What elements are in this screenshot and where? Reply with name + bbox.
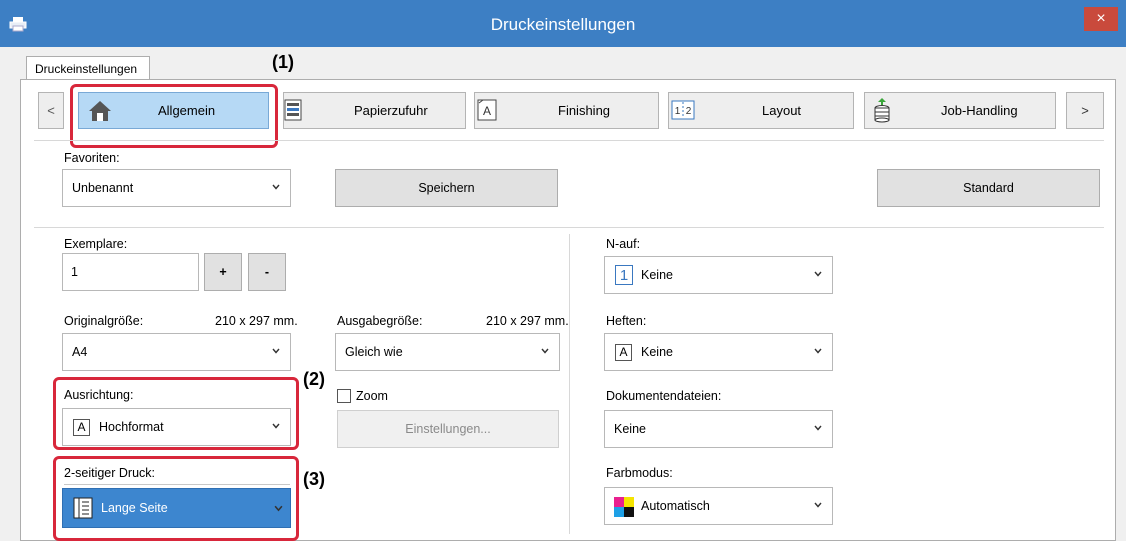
original-size-dropdown[interactable]: A4 bbox=[62, 333, 291, 371]
chevron-down-icon bbox=[272, 348, 280, 354]
finishing-icon: A bbox=[477, 99, 497, 121]
output-size-label: Ausgabegröße: bbox=[337, 314, 423, 328]
favorites-label: Favoriten: bbox=[64, 151, 120, 165]
original-size-value: A4 bbox=[72, 345, 88, 359]
chevron-down-icon bbox=[541, 348, 549, 354]
nav-finishing-button[interactable]: A Finishing bbox=[474, 92, 659, 129]
vertical-divider bbox=[569, 234, 570, 534]
divider bbox=[34, 140, 1104, 141]
nav-prev-button[interactable]: < bbox=[38, 92, 64, 129]
svg-text:A: A bbox=[483, 104, 491, 118]
nav-next-button[interactable]: > bbox=[1066, 92, 1104, 129]
nav-papierzufuhr-button[interactable]: Papierzufuhr bbox=[283, 92, 466, 129]
chevron-down-icon bbox=[814, 502, 822, 508]
zoom-settings-button[interactable]: Einstellungen... bbox=[337, 410, 559, 448]
close-button[interactable]: × bbox=[1084, 7, 1118, 31]
doc-filing-dropdown[interactable]: Keine bbox=[604, 410, 833, 448]
original-size-dims: 210 x 297 mm. bbox=[215, 314, 298, 328]
copies-minus-button[interactable]: - bbox=[248, 253, 286, 291]
staple-label: Heften: bbox=[606, 314, 647, 328]
default-button[interactable]: Standard bbox=[877, 169, 1100, 207]
marker-1: (1) bbox=[272, 52, 294, 72]
nav-job-handling-button[interactable]: Job-Handling bbox=[864, 92, 1056, 129]
copies-plus-button[interactable]: + bbox=[204, 253, 242, 291]
nav-layout-label: Layout bbox=[762, 103, 802, 118]
doc-filing-value: Keine bbox=[614, 422, 646, 436]
chevron-down-icon bbox=[814, 271, 822, 277]
n-up-dropdown[interactable]: 1 Keine bbox=[604, 256, 833, 294]
n-up-label: N-auf: bbox=[606, 237, 641, 251]
favorites-value: Unbenannt bbox=[72, 181, 134, 195]
highlight-box-2 bbox=[53, 377, 299, 450]
paper-tray-icon bbox=[284, 99, 302, 121]
original-size-label: Originalgröße: bbox=[64, 314, 144, 328]
divider bbox=[34, 227, 1104, 228]
copies-label: Exemplare: bbox=[64, 237, 128, 251]
highlight-box-3 bbox=[53, 456, 299, 541]
n-up-icon: 1 bbox=[615, 265, 633, 285]
color-mode-dropdown[interactable]: Automatisch bbox=[604, 487, 833, 525]
nav-job-handling-label: Job-Handling bbox=[941, 103, 1018, 118]
output-size-value: Gleich wie bbox=[345, 345, 403, 359]
tab-druckeinstellungen[interactable]: Druckeinstellungen bbox=[26, 56, 150, 80]
color-mode-icon bbox=[614, 497, 634, 517]
doc-filing-label: Dokumentendateien: bbox=[606, 389, 722, 403]
color-mode-label: Farbmodus: bbox=[606, 466, 673, 480]
chevron-down-icon bbox=[814, 348, 822, 354]
nav-finishing-label: Finishing bbox=[558, 103, 611, 118]
chevron-down-icon bbox=[814, 425, 822, 431]
favorites-dropdown[interactable]: Unbenannt bbox=[62, 169, 291, 207]
svg-text:2: 2 bbox=[686, 106, 692, 117]
n-up-value: Keine bbox=[641, 268, 673, 282]
zoom-checkbox[interactable] bbox=[337, 389, 351, 403]
staple-dropdown[interactable]: A Keine bbox=[604, 333, 833, 371]
color-mode-value: Automatisch bbox=[641, 499, 710, 513]
zoom-label: Zoom bbox=[356, 389, 388, 403]
copies-value: 1 bbox=[71, 265, 78, 279]
nav-layout-button[interactable]: 1 2 Layout bbox=[668, 92, 854, 129]
nav-papierzufuhr-label: Papierzufuhr bbox=[354, 103, 428, 118]
save-button[interactable]: Speichern bbox=[335, 169, 558, 207]
staple-icon: A bbox=[615, 344, 632, 361]
job-handling-icon bbox=[874, 98, 890, 123]
output-size-dims: 210 x 297 mm. bbox=[486, 314, 569, 328]
window-title: Druckeinstellungen bbox=[490, 15, 636, 34]
marker-2: (2) bbox=[303, 369, 325, 389]
copies-input[interactable]: 1 bbox=[62, 253, 199, 291]
chevron-down-icon bbox=[272, 184, 280, 190]
highlight-box-1 bbox=[70, 84, 278, 148]
title-bar: Druckeinstellungen × bbox=[0, 0, 1126, 47]
svg-text:1: 1 bbox=[675, 106, 681, 117]
staple-value: Keine bbox=[641, 345, 673, 359]
output-size-dropdown[interactable]: Gleich wie bbox=[335, 333, 560, 371]
layout-icon: 1 2 bbox=[671, 100, 695, 120]
marker-3: (3) bbox=[303, 469, 325, 489]
